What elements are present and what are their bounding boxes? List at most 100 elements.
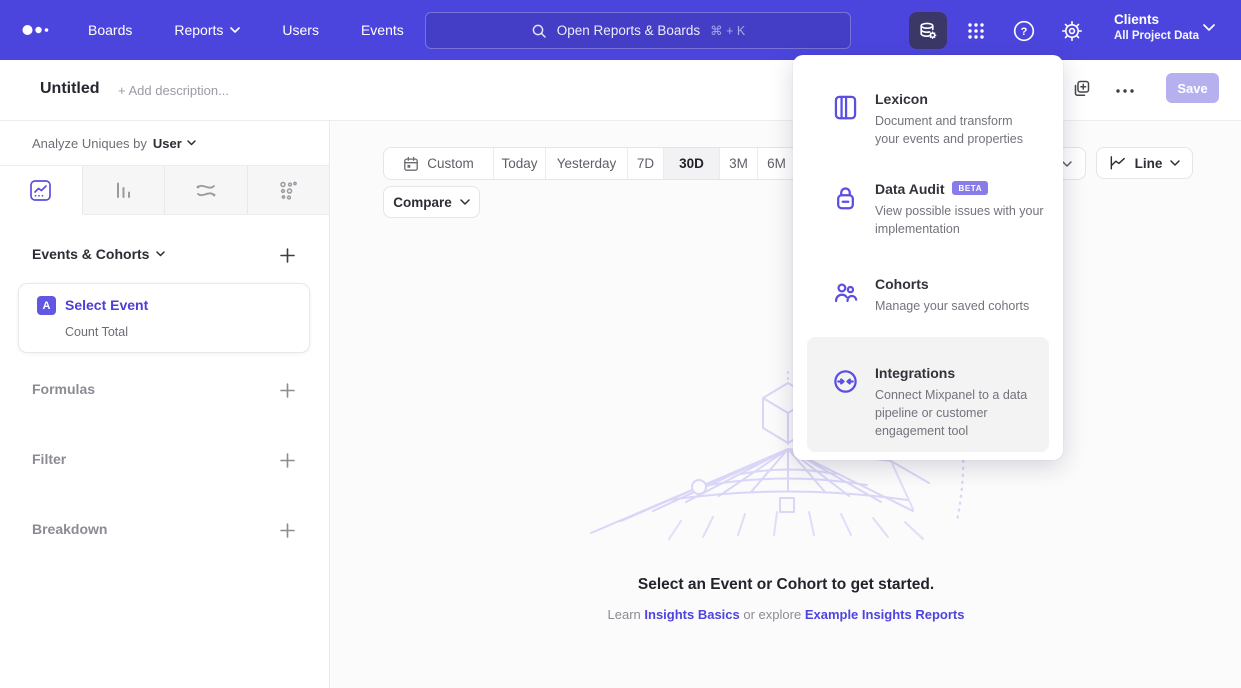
compare-button[interactable]: Compare <box>383 186 480 218</box>
duplicate-report-button[interactable] <box>1071 79 1091 99</box>
date-range-30d-active[interactable]: 30D <box>664 148 720 179</box>
select-event-card[interactable]: A Select Event Count Total <box>18 283 310 353</box>
events-cohorts-header[interactable]: Events & Cohorts <box>32 246 165 262</box>
analyze-value: User <box>153 136 182 151</box>
line-chart-icon <box>29 179 52 202</box>
add-breakdown-button[interactable] <box>276 519 298 541</box>
settings-button[interactable] <box>1053 12 1091 49</box>
tab-scatter-chart[interactable] <box>248 166 330 215</box>
report-description-placeholder[interactable]: + Add description... <box>118 83 229 98</box>
chevron-down-icon <box>1203 24 1215 31</box>
chart-type-tabs <box>0 165 329 215</box>
mixpanel-logo[interactable] <box>22 23 52 37</box>
save-button[interactable]: Save <box>1166 73 1219 103</box>
insights-basics-link[interactable]: Insights Basics <box>644 607 739 622</box>
cohorts-icon <box>832 279 859 306</box>
query-sidebar: Analyze Uniques by User <box>0 121 330 688</box>
menu-item-integrations[interactable]: Integrations Connect Mixpanel to a data … <box>807 337 1049 452</box>
global-search-input[interactable]: Open Reports & Boards ⌘ + K <box>425 12 851 49</box>
date-range-yesterday-label: Yesterday <box>557 156 617 171</box>
event-series-badge: A <box>37 296 56 315</box>
cohorts-description: Manage your saved cohorts <box>875 297 1051 315</box>
bar-chart-icon <box>112 179 135 202</box>
nav-item-reports[interactable]: Reports <box>174 22 240 38</box>
apps-grid-button[interactable] <box>957 12 995 49</box>
chart-type-button[interactable]: Line <box>1096 147 1193 179</box>
menu-item-cohorts[interactable]: Cohorts Manage your saved cohorts <box>807 270 1049 330</box>
date-range-custom-label: Custom <box>427 156 474 171</box>
beta-badge: BETA <box>952 181 988 195</box>
more-options-button[interactable] <box>1113 79 1137 103</box>
nav-item-events-label: Events <box>361 22 404 38</box>
gear-icon <box>1060 19 1084 43</box>
add-formula-button[interactable] <box>276 379 298 401</box>
menu-item-data-audit[interactable]: Data Audit BETA View possible issues wit… <box>807 175 1049 265</box>
empty-state-links: Learn Insights Basics or explore Example… <box>331 607 1241 622</box>
ellipsis-icon <box>1116 89 1134 93</box>
chevron-down-icon <box>187 140 196 146</box>
menu-item-lexicon[interactable]: Lexicon Document and transform your even… <box>807 85 1049 170</box>
mixpanel-logo-icon <box>22 23 52 37</box>
cohorts-title: Cohorts <box>875 276 929 292</box>
nav-item-boards[interactable]: Boards <box>88 22 132 38</box>
integrations-title: Integrations <box>875 365 955 381</box>
project-selector[interactable]: Clients All Project Data <box>1114 11 1199 44</box>
line-chart-icon <box>1109 155 1127 171</box>
add-event-button[interactable] <box>276 244 298 266</box>
search-icon <box>531 23 547 39</box>
data-management-menu: Lexicon Document and transform your even… <box>793 55 1063 460</box>
links-middle-text: or explore <box>740 607 805 622</box>
svg-text:?: ? <box>1021 26 1028 38</box>
project-chevron[interactable] <box>1203 24 1215 31</box>
plus-icon <box>280 453 295 468</box>
calendar-icon <box>403 156 419 172</box>
nav-item-reports-label: Reports <box>174 22 223 38</box>
data-audit-title: Data Audit <box>875 181 944 197</box>
data-audit-description: View possible issues with your implement… <box>875 202 1051 238</box>
nav-item-boards-label: Boards <box>88 22 132 38</box>
copy-plus-icon <box>1071 79 1091 99</box>
date-range-custom[interactable]: Custom <box>384 148 494 179</box>
date-range-yesterday[interactable]: Yesterday <box>546 148 628 179</box>
date-range-6m[interactable]: 6M <box>758 148 796 179</box>
compare-label: Compare <box>393 195 452 210</box>
grid-icon <box>965 20 987 42</box>
search-shortcut: ⌘ + K <box>710 23 745 38</box>
filter-section-label: Filter <box>32 451 66 467</box>
tab-flow-chart[interactable] <box>165 166 248 215</box>
tab-line-chart[interactable] <box>0 166 83 215</box>
empty-state-title: Select an Event or Cohort to get started… <box>331 576 1241 594</box>
nav-item-events[interactable]: Events <box>361 22 404 38</box>
nav-item-users-label: Users <box>282 22 319 38</box>
search-placeholder: Open Reports & Boards <box>557 23 700 38</box>
project-scope: All Project Data <box>1114 29 1199 44</box>
flow-icon <box>194 178 218 202</box>
events-cohorts-label: Events & Cohorts <box>32 246 149 262</box>
count-total-label[interactable]: Count Total <box>65 325 128 339</box>
main-canvas: Custom Today Yesterday 7D 30D 3M 6M 12M … <box>331 121 1241 688</box>
project-name: Clients <box>1114 11 1199 29</box>
plus-icon <box>280 383 295 398</box>
lexicon-icon <box>832 94 859 121</box>
date-range-3m-label: 3M <box>729 156 748 171</box>
report-title[interactable]: Untitled <box>40 80 100 98</box>
date-range-today[interactable]: Today <box>494 148 546 179</box>
example-insights-reports-link[interactable]: Example Insights Reports <box>805 607 965 622</box>
tab-bar-chart[interactable] <box>83 166 166 215</box>
help-button[interactable]: ? <box>1005 12 1043 49</box>
nav-item-users[interactable]: Users <box>282 22 319 38</box>
chart-type-label: Line <box>1135 156 1163 171</box>
chevron-down-icon <box>1170 160 1180 166</box>
analyze-value-dropdown[interactable]: User <box>153 136 196 151</box>
plus-icon <box>280 248 295 263</box>
database-gear-icon <box>916 19 940 43</box>
formulas-section-label: Formulas <box>32 381 95 397</box>
date-range-6m-label: 6M <box>767 156 786 171</box>
date-range-7d[interactable]: 7D <box>628 148 664 179</box>
learn-prefix: Learn <box>608 607 645 622</box>
add-filter-button[interactable] <box>276 449 298 471</box>
data-management-button[interactable] <box>909 12 947 49</box>
date-range-30d-label: 30D <box>679 156 704 171</box>
lexicon-description: Document and transform your events and p… <box>875 112 1051 148</box>
date-range-3m[interactable]: 3M <box>720 148 758 179</box>
